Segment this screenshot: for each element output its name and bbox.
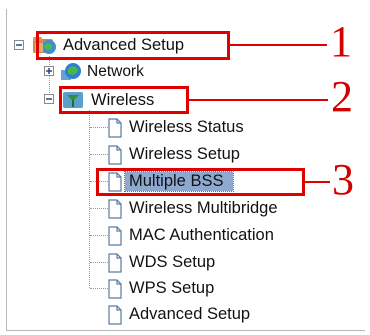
document-icon <box>106 145 124 165</box>
tree-node-mac-authentication[interactable]: MAC Authentication <box>106 224 274 246</box>
callout-line-1 <box>229 44 327 46</box>
callout-line-2 <box>188 99 328 101</box>
collapse-toggle-root[interactable] <box>14 40 24 50</box>
tree-label-wireless-setup: Wireless Setup <box>129 144 240 163</box>
tree-node-network[interactable]: Network <box>60 61 144 83</box>
document-icon <box>106 226 124 246</box>
tree-node-wireless-status[interactable]: Wireless Status <box>106 116 244 138</box>
tree-node-wireless-setup[interactable]: Wireless Setup <box>106 143 240 165</box>
collapse-toggle-wireless[interactable] <box>44 94 54 104</box>
callout-number-1: 1 <box>330 17 352 66</box>
document-icon <box>106 199 124 219</box>
document-icon <box>106 279 124 299</box>
expand-toggle-network[interactable] <box>44 66 54 76</box>
globe-icon <box>60 62 82 82</box>
tree-node-wds-setup[interactable]: WDS Setup <box>106 251 215 273</box>
callout-number-3: 3 <box>332 155 354 204</box>
callout-line-3 <box>304 181 330 183</box>
callout-box-3 <box>96 168 305 196</box>
tree-label-wds-setup: WDS Setup <box>129 252 216 271</box>
tree-label-network: Network <box>87 63 144 80</box>
tree-label-wps-setup: WPS Setup <box>129 278 215 297</box>
document-icon <box>106 118 124 138</box>
callout-box-2 <box>59 86 189 114</box>
tree-label-mac-authentication: MAC Authentication <box>129 225 274 244</box>
tree-label-advanced-setup-child: Advanced Setup <box>129 304 251 323</box>
callout-box-1 <box>36 31 230 60</box>
callout-number-2: 2 <box>331 72 353 121</box>
document-icon <box>106 305 124 325</box>
tree-label-wireless-multibridge: Wireless Multibridge <box>129 198 278 217</box>
tree-node-wireless-multibridge[interactable]: Wireless Multibridge <box>106 197 278 219</box>
tree-node-advanced-setup-child[interactable]: Advanced Setup <box>106 303 250 325</box>
tree-node-wps-setup[interactable]: WPS Setup <box>106 277 214 299</box>
document-icon <box>106 253 124 273</box>
tree-label-wireless-status: Wireless Status <box>129 117 244 136</box>
